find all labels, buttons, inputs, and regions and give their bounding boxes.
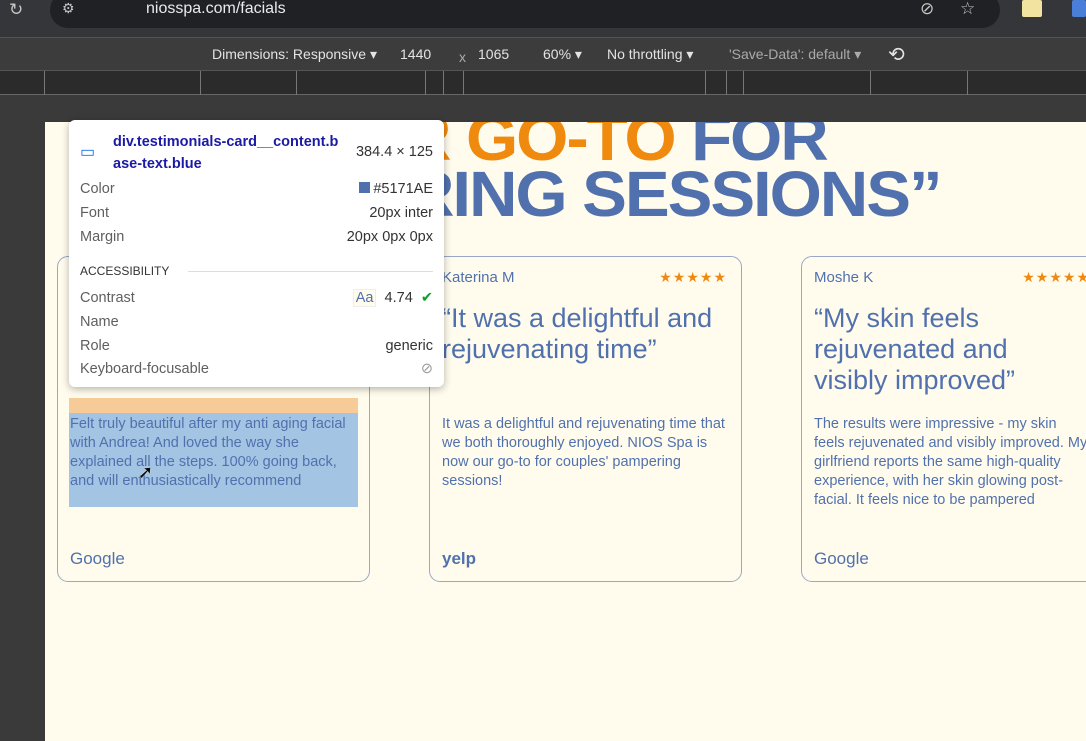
bookmark-star-icon[interactable]: ☆: [960, 0, 975, 19]
check-circle-icon: ✔: [420, 290, 433, 306]
reviewer-name: Moshe K: [814, 269, 874, 286]
testimonial-body: It was a delightful and rejuvenating tim…: [442, 416, 725, 489]
role-label: Role: [80, 338, 110, 354]
rating-stars: ★★★★★: [1022, 269, 1086, 285]
name-label: Name: [80, 314, 119, 330]
rating-stars: ★★★★★: [659, 269, 727, 285]
device-toolbar: Dimensions: Responsive ▾ 1440 x 1065 60%…: [0, 37, 1086, 70]
google-logo: Google: [814, 549, 869, 568]
testimonial-quote: “My skin feels rejuvenated and visibly i…: [814, 303, 1016, 395]
yelp-logo: yelp: [442, 549, 477, 568]
save-data-dropdown[interactable]: 'Save-Data': default ▾: [729, 46, 861, 63]
not-allowed-icon: ⊘: [420, 361, 433, 377]
testimonial-body: The results were impressive - my skin fe…: [814, 416, 1086, 508]
testimonial-body: Felt truly beautiful after my anti aging…: [70, 416, 346, 489]
rotate-icon[interactable]: ⟲: [888, 42, 905, 67]
width-input[interactable]: 1440: [400, 46, 431, 62]
color-swatch: [359, 182, 371, 193]
mouse-cursor-icon: ➚: [138, 462, 154, 482]
element-size: 384.4 × 125: [355, 144, 433, 160]
element-selector: div.testimonials-card__content.base-text…: [113, 134, 339, 172]
throttling-label: No throttling: [607, 46, 683, 62]
flex-container-icon: ▭: [80, 144, 96, 161]
color-value: #5171AE: [373, 181, 433, 197]
extension-icon[interactable]: [1072, 0, 1086, 17]
times-sign: x: [459, 49, 466, 65]
contrast-sample: Aa: [352, 289, 377, 307]
extension-icon[interactable]: [1022, 0, 1042, 17]
testimonial-quote: “It was a delightful and rejuvenating ti…: [442, 303, 713, 364]
contrast-label: Contrast: [80, 290, 135, 306]
dimensions-label: Dimensions: Responsive: [212, 46, 367, 62]
testimonial-card: Moshe K ★★★★★ “My skin feels rejuvenated…: [801, 256, 1086, 582]
save-data-label: 'Save-Data': default: [729, 46, 851, 62]
reviewer-name: Katerina M: [442, 269, 515, 286]
contrast-value: 4.74: [384, 290, 413, 306]
height-input[interactable]: 1065: [478, 46, 509, 62]
reload-icon[interactable]: ↻: [9, 0, 23, 20]
eye-off-icon[interactable]: ⊘: [920, 0, 934, 19]
inspect-tooltip: ▭ div.testimonials-card__content.base-te…: [69, 120, 444, 387]
media-query-ruler[interactable]: [0, 70, 1086, 95]
throttling-dropdown[interactable]: No throttling ▾: [607, 46, 693, 63]
site-settings-icon[interactable]: ⚙: [62, 0, 75, 17]
color-label: Color: [80, 181, 115, 197]
testimonial-card: Katerina M ★★★★★ “It was a delightful an…: [429, 256, 742, 582]
browser-toolbar: ↻ ⚙ niosspa.com/facials ⊘ ☆: [0, 0, 1086, 37]
margin-label: Margin: [80, 229, 125, 245]
section-heading-line2: RING SESSIONS”: [406, 158, 943, 230]
dimensions-dropdown[interactable]: Dimensions: Responsive ▾: [212, 46, 377, 63]
address-bar[interactable]: ⚙ niosspa.com/facials ⊘ ☆: [50, 0, 1000, 28]
zoom-dropdown[interactable]: 60% ▾: [543, 46, 582, 63]
divider: [188, 271, 433, 272]
google-logo: Google: [70, 549, 125, 568]
margin-value: 20px 0px 0px: [346, 229, 433, 245]
section-label: ACCESSIBILITY: [80, 264, 170, 278]
zoom-label: 60%: [543, 46, 572, 62]
accessibility-section: ACCESSIBILITY: [80, 264, 433, 278]
font-label: Font: [80, 205, 110, 221]
role-value: generic: [385, 338, 433, 354]
font-value: 20px inter: [369, 205, 433, 221]
url-text[interactable]: niosspa.com/facials: [146, 0, 286, 18]
keyboard-focusable-label: Keyboard-focusable: [80, 361, 209, 377]
